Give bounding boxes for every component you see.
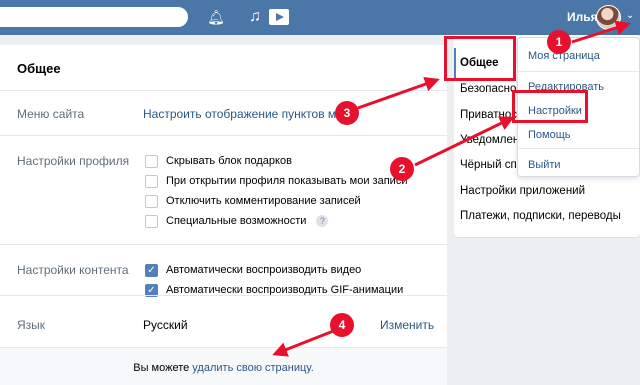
divider [518, 148, 639, 149]
checkbox-label: Автоматически воспроизводить видео [166, 264, 362, 276]
content-settings-label: Настройки контента [17, 263, 129, 277]
profile-settings-label: Настройки профиля [17, 154, 130, 168]
nav-item-payments[interactable]: Платежи, подписки, переводы [460, 210, 621, 222]
divider [0, 244, 447, 245]
search-input[interactable] [0, 7, 188, 27]
checkbox-checked[interactable]: ✓ [145, 263, 158, 277]
checkbox-row[interactable]: Специальные возможности ? [145, 214, 329, 228]
language-label: Язык [17, 318, 46, 332]
checkbox-row[interactable]: При открытии профиля показывать мои запи… [145, 174, 407, 188]
divider [0, 135, 447, 136]
help-icon[interactable]: ? [316, 215, 329, 227]
top-header: 🔔︎ ♫ Илья ⌄ [0, 0, 640, 35]
checkbox-row[interactable]: ✓ Автоматически воспроизводить видео [145, 263, 361, 277]
bell-icon[interactable]: 🔔︎ [207, 8, 225, 26]
user-name[interactable]: Илья [567, 10, 598, 24]
checkbox[interactable] [145, 154, 158, 168]
step-badge-2: 2 [390, 157, 414, 181]
highlight-general-tab [444, 36, 516, 81]
delete-page-link[interactable]: удалить свою страницу. [192, 362, 313, 374]
highlight-settings-item [512, 90, 588, 123]
change-language-link[interactable]: Изменить [380, 318, 434, 332]
step-badge-4: 4 [330, 313, 354, 337]
settings-card: Общее Меню сайта Настроить отображение п… [0, 45, 447, 385]
checkbox[interactable] [145, 174, 158, 188]
language-value: Русский [143, 318, 188, 332]
avatar[interactable] [596, 5, 621, 30]
menu-item-help[interactable]: Помощь [528, 129, 571, 141]
checkbox[interactable] [145, 194, 158, 208]
footer: Вы можете удалить свою страницу. [0, 347, 447, 385]
chevron-down-icon[interactable]: ⌄ [626, 10, 634, 21]
menu-label: Меню сайта [17, 107, 85, 121]
checkbox-label: При открытии профиля показывать мои запи… [166, 175, 408, 187]
checkbox-row[interactable]: Отключить комментирование записей [145, 194, 361, 208]
page-title: Общее [17, 61, 61, 76]
delete-page-text: Вы можете удалить свою страницу. [0, 362, 447, 374]
menu-item-logout[interactable]: Выйти [528, 159, 561, 171]
checkbox-label: Скрывать блок подарков [166, 155, 292, 167]
checkbox[interactable] [145, 214, 158, 228]
checkbox-row[interactable]: Скрывать блок подарков [145, 154, 292, 168]
music-icon[interactable]: ♫ [246, 8, 264, 26]
divider [518, 71, 639, 72]
divider [0, 90, 447, 91]
delete-page-prefix: Вы можете [133, 362, 190, 374]
step-badge-3: 3 [335, 101, 359, 125]
menu-settings-link[interactable]: Настроить отображение пунктов меню [143, 107, 358, 121]
checkbox-label: Отключить комментирование записей [166, 195, 361, 207]
divider [0, 295, 447, 296]
nav-item-apps[interactable]: Настройки приложений [460, 185, 585, 197]
checkbox-label: Специальные возможности [166, 215, 307, 227]
video-icon[interactable] [269, 9, 289, 25]
step-badge-1: 1 [547, 30, 571, 54]
